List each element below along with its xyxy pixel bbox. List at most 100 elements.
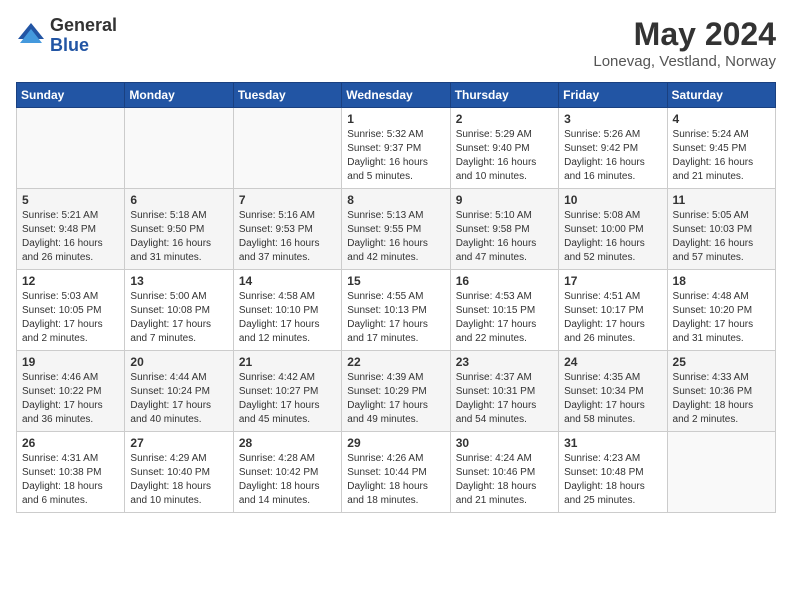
day-number: 20 — [130, 355, 227, 369]
day-info: Sunrise: 5:16 AM Sunset: 9:53 PM Dayligh… — [239, 209, 336, 265]
day-info: Sunrise: 4:51 AM Sunset: 10:17 PM Daylig… — [564, 290, 661, 346]
logo-general: General — [50, 16, 117, 36]
calendar-cell: 28 Sunrise: 4:28 AM Sunset: 10:42 PM Dayl… — [233, 432, 341, 513]
day-number: 2 — [456, 112, 553, 126]
calendar-cell: 3 Sunrise: 5:26 AM Sunset: 9:42 PM Daylig… — [559, 108, 667, 189]
day-number: 27 — [130, 436, 227, 450]
day-number: 14 — [239, 274, 336, 288]
day-info: Sunrise: 4:35 AM Sunset: 10:34 PM Daylig… — [564, 371, 661, 427]
calendar-cell: 5Sunrise: 5:21 AM Sunset: 9:48 PM Daylig… — [17, 189, 125, 270]
day-number: 31 — [564, 436, 661, 450]
day-info: Sunrise: 4:31 AM Sunset: 10:38 PM Daylig… — [22, 452, 119, 508]
day-info: Sunrise: 5:05 AM Sunset: 10:03 PM Daylig… — [673, 209, 770, 265]
header-saturday: Saturday — [667, 83, 775, 108]
day-number: 16 — [456, 274, 553, 288]
calendar-cell: 30 Sunrise: 4:24 AM Sunset: 10:46 PM Dayl… — [450, 432, 558, 513]
week-row-2: 12Sunrise: 5:03 AM Sunset: 10:05 PM Dayl… — [17, 270, 776, 351]
calendar-cell: 7 Sunrise: 5:16 AM Sunset: 9:53 PM Daylig… — [233, 189, 341, 270]
calendar: SundayMondayTuesdayWednesdayThursdayFrid… — [16, 82, 776, 513]
header-monday: Monday — [125, 83, 233, 108]
day-number: 1 — [347, 112, 444, 126]
calendar-cell — [233, 108, 341, 189]
day-info: Sunrise: 5:13 AM Sunset: 9:55 PM Dayligh… — [347, 209, 444, 265]
calendar-cell: 12Sunrise: 5:03 AM Sunset: 10:05 PM Dayl… — [17, 270, 125, 351]
calendar-cell: 14 Sunrise: 4:58 AM Sunset: 10:10 PM Dayl… — [233, 270, 341, 351]
day-number: 8 — [347, 193, 444, 207]
day-number: 28 — [239, 436, 336, 450]
day-info: Sunrise: 4:55 AM Sunset: 10:13 PM Daylig… — [347, 290, 444, 346]
calendar-cell: 15 Sunrise: 4:55 AM Sunset: 10:13 PM Dayl… — [342, 270, 450, 351]
day-info: Sunrise: 5:08 AM Sunset: 10:00 PM Daylig… — [564, 209, 661, 265]
calendar-cell: 18 Sunrise: 4:48 AM Sunset: 10:20 PM Dayl… — [667, 270, 775, 351]
main-title: May 2024 — [593, 16, 776, 53]
calendar-cell: 29Sunrise: 4:26 AM Sunset: 10:44 PM Dayl… — [342, 432, 450, 513]
day-number: 10 — [564, 193, 661, 207]
day-number: 6 — [130, 193, 227, 207]
calendar-cell — [125, 108, 233, 189]
day-info: Sunrise: 4:42 AM Sunset: 10:27 PM Daylig… — [239, 371, 336, 427]
subtitle: Lonevag, Vestland, Norway — [593, 53, 776, 70]
calendar-header-row: SundayMondayTuesdayWednesdayThursdayFrid… — [17, 83, 776, 108]
logo-icon — [16, 21, 46, 51]
day-info: Sunrise: 4:28 AM Sunset: 10:42 PM Daylig… — [239, 452, 336, 508]
calendar-cell: 20 Sunrise: 4:44 AM Sunset: 10:24 PM Dayl… — [125, 351, 233, 432]
day-number: 18 — [673, 274, 770, 288]
week-row-1: 5Sunrise: 5:21 AM Sunset: 9:48 PM Daylig… — [17, 189, 776, 270]
header: General Blue May 2024 Lonevag, Vestland,… — [16, 16, 776, 70]
day-info: Sunrise: 4:24 AM Sunset: 10:46 PM Daylig… — [456, 452, 553, 508]
day-number: 9 — [456, 193, 553, 207]
day-info: Sunrise: 5:24 AM Sunset: 9:45 PM Dayligh… — [673, 128, 770, 184]
calendar-cell: 4 Sunrise: 5:24 AM Sunset: 9:45 PM Daylig… — [667, 108, 775, 189]
calendar-cell: 23 Sunrise: 4:37 AM Sunset: 10:31 PM Dayl… — [450, 351, 558, 432]
calendar-cell: 22 Sunrise: 4:39 AM Sunset: 10:29 PM Dayl… — [342, 351, 450, 432]
calendar-cell: 10 Sunrise: 5:08 AM Sunset: 10:00 PM Dayl… — [559, 189, 667, 270]
week-row-4: 26 Sunrise: 4:31 AM Sunset: 10:38 PM Dayl… — [17, 432, 776, 513]
day-info: Sunrise: 4:58 AM Sunset: 10:10 PM Daylig… — [239, 290, 336, 346]
header-wednesday: Wednesday — [342, 83, 450, 108]
day-number: 7 — [239, 193, 336, 207]
day-number: 30 — [456, 436, 553, 450]
week-row-0: 1Sunrise: 5:32 AM Sunset: 9:37 PM Daylig… — [17, 108, 776, 189]
day-info: Sunrise: 4:44 AM Sunset: 10:24 PM Daylig… — [130, 371, 227, 427]
calendar-cell: 8 Sunrise: 5:13 AM Sunset: 9:55 PM Daylig… — [342, 189, 450, 270]
day-number: 26 — [22, 436, 119, 450]
day-info: Sunrise: 5:03 AM Sunset: 10:05 PM Daylig… — [22, 290, 119, 346]
day-info: Sunrise: 4:39 AM Sunset: 10:29 PM Daylig… — [347, 371, 444, 427]
day-number: 21 — [239, 355, 336, 369]
day-number: 4 — [673, 112, 770, 126]
calendar-cell: 9Sunrise: 5:10 AM Sunset: 9:58 PM Daylig… — [450, 189, 558, 270]
day-number: 23 — [456, 355, 553, 369]
day-info: Sunrise: 4:48 AM Sunset: 10:20 PM Daylig… — [673, 290, 770, 346]
day-number: 3 — [564, 112, 661, 126]
calendar-cell: 21 Sunrise: 4:42 AM Sunset: 10:27 PM Dayl… — [233, 351, 341, 432]
day-info: Sunrise: 4:46 AM Sunset: 10:22 PM Daylig… — [22, 371, 119, 427]
day-number: 25 — [673, 355, 770, 369]
day-number: 22 — [347, 355, 444, 369]
calendar-cell — [667, 432, 775, 513]
calendar-cell: 27 Sunrise: 4:29 AM Sunset: 10:40 PM Dayl… — [125, 432, 233, 513]
day-number: 24 — [564, 355, 661, 369]
calendar-cell: 13 Sunrise: 5:00 AM Sunset: 10:08 PM Dayl… — [125, 270, 233, 351]
week-row-3: 19 Sunrise: 4:46 AM Sunset: 10:22 PM Dayl… — [17, 351, 776, 432]
calendar-cell: 25 Sunrise: 4:33 AM Sunset: 10:36 PM Dayl… — [667, 351, 775, 432]
day-info: Sunrise: 4:26 AM Sunset: 10:44 PM Daylig… — [347, 452, 444, 508]
day-info: Sunrise: 4:23 AM Sunset: 10:48 PM Daylig… — [564, 452, 661, 508]
day-info: Sunrise: 5:21 AM Sunset: 9:48 PM Dayligh… — [22, 209, 119, 265]
calendar-cell: 11Sunrise: 5:05 AM Sunset: 10:03 PM Dayl… — [667, 189, 775, 270]
calendar-cell: 2Sunrise: 5:29 AM Sunset: 9:40 PM Daylig… — [450, 108, 558, 189]
calendar-cell: 24 Sunrise: 4:35 AM Sunset: 10:34 PM Dayl… — [559, 351, 667, 432]
title-block: May 2024 Lonevag, Vestland, Norway — [593, 16, 776, 70]
day-info: Sunrise: 4:37 AM Sunset: 10:31 PM Daylig… — [456, 371, 553, 427]
day-info: Sunrise: 5:26 AM Sunset: 9:42 PM Dayligh… — [564, 128, 661, 184]
header-sunday: Sunday — [17, 83, 125, 108]
logo: General Blue — [16, 16, 117, 56]
day-info: Sunrise: 5:00 AM Sunset: 10:08 PM Daylig… — [130, 290, 227, 346]
calendar-cell — [17, 108, 125, 189]
day-number: 13 — [130, 274, 227, 288]
day-info: Sunrise: 4:33 AM Sunset: 10:36 PM Daylig… — [673, 371, 770, 427]
day-number: 15 — [347, 274, 444, 288]
day-info: Sunrise: 4:53 AM Sunset: 10:15 PM Daylig… — [456, 290, 553, 346]
day-info: Sunrise: 5:18 AM Sunset: 9:50 PM Dayligh… — [130, 209, 227, 265]
day-info: Sunrise: 4:29 AM Sunset: 10:40 PM Daylig… — [130, 452, 227, 508]
day-number: 19 — [22, 355, 119, 369]
